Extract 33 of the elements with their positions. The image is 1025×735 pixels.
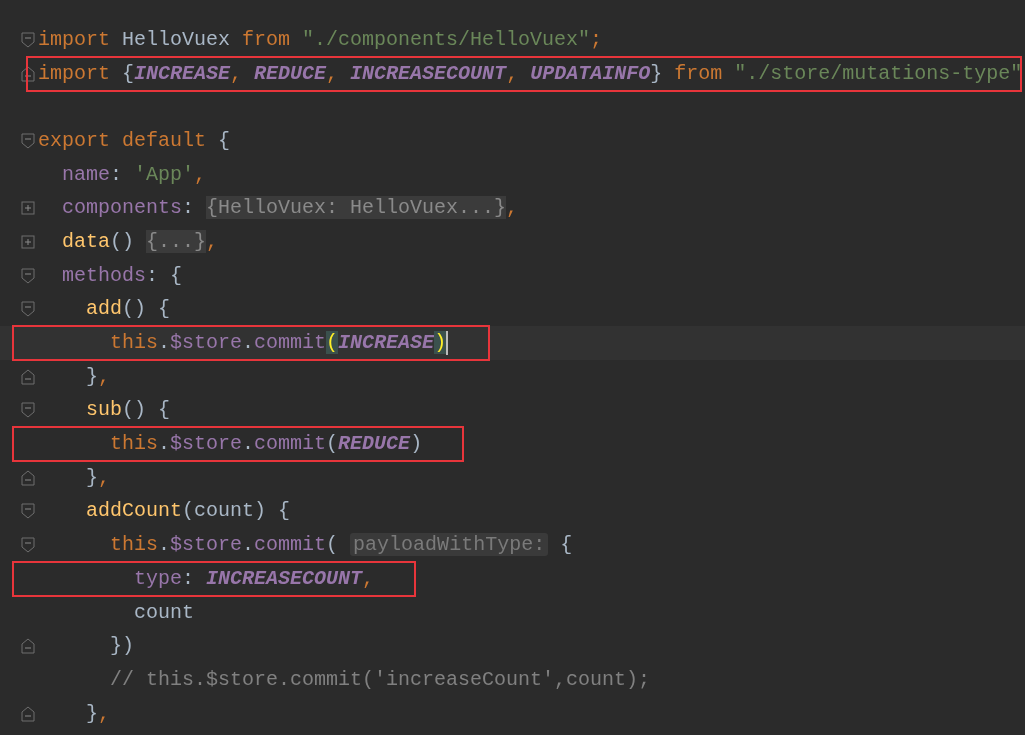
code-line: this.$store.commit( payloadWithType: { xyxy=(109,533,573,557)
code-line: export default { xyxy=(38,128,231,152)
code-line: addCount(count) { xyxy=(85,499,291,523)
code-line: this.$store.commit(REDUCE) xyxy=(109,432,423,456)
code-line: }) xyxy=(109,634,134,658)
code-line: add() { xyxy=(85,297,171,321)
code-line: import {INCREASE, REDUCE, INCREASECOUNT, UPDATAINFO} from "./store/mutations-type" xyxy=(38,61,1023,85)
fold-icon[interactable] xyxy=(21,65,35,82)
fold-icon[interactable] xyxy=(21,705,35,722)
code-line: data() {...}, xyxy=(61,229,219,253)
fold-icon[interactable] xyxy=(21,301,35,318)
code-line: }, xyxy=(85,465,111,489)
fold-icon[interactable] xyxy=(21,469,35,486)
fold-icon[interactable] xyxy=(21,368,35,385)
code-line: }, xyxy=(85,701,111,725)
code-line: sub() { xyxy=(85,398,171,422)
code-line: type: INCREASECOUNT, xyxy=(133,566,375,590)
fold-icon[interactable] xyxy=(21,503,35,520)
fold-icon[interactable] xyxy=(21,638,35,655)
fold-icon[interactable] xyxy=(21,31,35,48)
fold-icon[interactable] xyxy=(21,132,35,149)
code-line: import HelloVuex from "./components/HelloVuex"; xyxy=(38,27,603,51)
expand-icon[interactable] xyxy=(21,234,35,249)
code-line: count xyxy=(133,600,195,624)
fold-icon[interactable] xyxy=(21,402,35,419)
expand-icon[interactable] xyxy=(21,201,35,216)
code-line: }, xyxy=(85,364,111,388)
fold-icon[interactable] xyxy=(21,537,35,554)
code-line: this.$store.commit(INCREASE) xyxy=(109,331,447,355)
fold-icon[interactable] xyxy=(21,267,35,284)
code-line: methods: { xyxy=(61,263,183,287)
code-line: // this.$store.commit('increaseCount',count); xyxy=(109,667,651,691)
code-line: name: 'App', xyxy=(61,162,207,186)
